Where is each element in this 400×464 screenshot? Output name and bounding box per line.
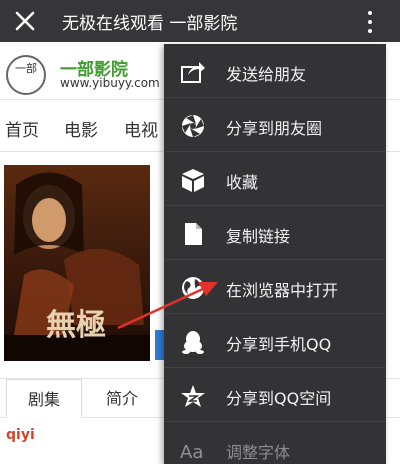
nav-item-movies[interactable]: 电影 — [64, 116, 98, 141]
font-aa-icon: Aa — [180, 442, 203, 463]
top-bar: 无极在线观看 一部影院 — [0, 0, 400, 42]
menu-label: 分享到朋友圈 — [226, 119, 323, 138]
menu-item-favorite[interactable]: 收藏 — [164, 152, 386, 206]
menu-label: 收藏 — [226, 173, 259, 192]
menu-item-share-moments[interactable]: 分享到朋友圈 — [164, 98, 386, 152]
moments-shutter-icon — [182, 115, 204, 137]
logo-text: 一部 — [15, 62, 37, 75]
menu-item-adjust-font[interactable]: Aa 调整字体 — [164, 422, 386, 464]
menu-item-copy-link[interactable]: 复制链接 — [164, 206, 386, 260]
share-forward-icon — [181, 62, 205, 83]
source-label: qiyi — [6, 427, 35, 443]
menu-item-open-in-browser[interactable]: 在浏览器中打开 — [164, 260, 386, 314]
star-icon — [181, 385, 205, 407]
poster-title: 無極 — [46, 308, 106, 343]
page-title: 无极在线观看 一部影院 — [62, 14, 238, 34]
svg-text:Aa: Aa — [180, 442, 203, 463]
share-menu: 发送给朋友 分享到朋友圈 收藏 复制链接 在浏览器中打开 分享到手机QQ 分享到… — [164, 44, 386, 464]
menu-label: 分享到手机QQ — [226, 335, 332, 354]
site-url: www.yibuyy.com — [60, 76, 160, 90]
menu-item-share-qq[interactable]: 分享到手机QQ — [164, 314, 386, 368]
site-logo[interactable]: 一部 — [6, 55, 46, 95]
nav-item-home[interactable]: 首页 — [5, 116, 39, 141]
close-icon[interactable] — [10, 6, 40, 36]
menu-label: 发送给朋友 — [226, 65, 307, 84]
menu-item-send-to-friend[interactable]: 发送给朋友 — [164, 44, 386, 98]
nav-item-tv[interactable]: 电视 — [124, 116, 158, 141]
menu-label: 调整字体 — [226, 443, 291, 462]
globe-icon — [182, 277, 204, 299]
movie-poster[interactable]: 無極 — [4, 165, 150, 361]
document-copy-icon — [185, 223, 202, 245]
poster-artwork: 無極 — [4, 165, 150, 361]
tab-episodes[interactable]: 剧集 — [6, 379, 82, 419]
tab-intro[interactable]: 简介 — [84, 379, 160, 419]
menu-label: 分享到QQ空间 — [226, 389, 332, 408]
menu-label: 复制链接 — [226, 227, 291, 246]
more-menu-icon[interactable] — [358, 6, 382, 36]
menu-label: 在浏览器中打开 — [226, 281, 339, 300]
qq-penguin-icon — [182, 331, 204, 354]
cube-box-icon — [182, 169, 204, 192]
menu-item-share-qzone[interactable]: 分享到QQ空间 — [164, 368, 386, 422]
